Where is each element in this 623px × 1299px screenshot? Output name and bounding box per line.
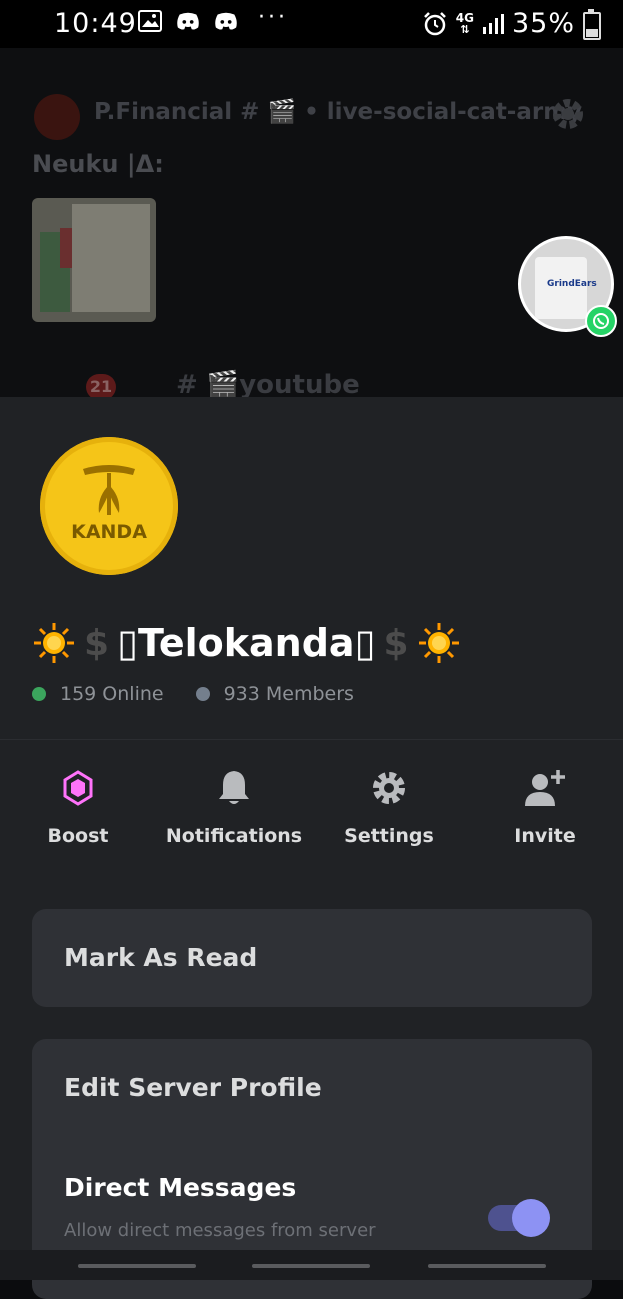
sun-emoji-icon: [34, 623, 74, 663]
channel-header: P.Financial # 🎬 • live-social-cat-army: [94, 99, 583, 125]
discord-icon: [176, 10, 200, 32]
dollar-emoji: $: [383, 622, 409, 664]
battery-icon: [583, 9, 601, 40]
paper-note-shape: [72, 204, 150, 312]
battery-fill: [586, 28, 598, 37]
notification-icons: ···: [138, 5, 288, 32]
server-icon[interactable]: KANDA: [40, 437, 178, 575]
boost-button[interactable]: Boost: [0, 763, 156, 847]
boost-icon: [0, 763, 156, 813]
system-icons: 4G ⇅ 35%: [422, 8, 575, 39]
nav-handle[interactable]: [78, 1264, 196, 1268]
network-label: 4G: [455, 10, 474, 25]
server-name-row: $ ▯Telokanda▯ $: [32, 617, 461, 669]
discord-icon: [214, 10, 238, 32]
kanda-logo-icon: [83, 465, 135, 515]
message-author: Neuku |Δ:: [32, 150, 164, 178]
status-bar: 10:49 ··· 4G ⇅ 35%: [0, 0, 623, 48]
message-image: [32, 198, 156, 322]
gear-icon: [553, 99, 583, 129]
online-dot: [32, 687, 46, 701]
members-dot: [195, 687, 210, 701]
edit-server-profile-button[interactable]: Edit Server Profile: [64, 1073, 322, 1102]
toggle-knob: [512, 1199, 550, 1237]
mug-label: GrindEars: [547, 279, 597, 289]
network-4g-icon: 4G ⇅: [455, 10, 474, 36]
divider: [0, 739, 623, 740]
channel-name: # 🎬youtube: [176, 370, 360, 400]
server-icon-label: KANDA: [71, 521, 147, 543]
server-avatar-small: [34, 94, 80, 140]
member-counts: 159 Online 933 Members: [32, 683, 354, 705]
gesture-nav-bar: [0, 1250, 623, 1280]
online-count: 159 Online: [60, 683, 164, 705]
settings-button[interactable]: Settings: [311, 763, 467, 847]
direct-messages-label: Direct Messages: [64, 1173, 297, 1202]
alarm-icon: [423, 11, 446, 35]
battery-percent: 35%: [511, 8, 575, 39]
invite-label: Invite: [514, 825, 576, 847]
notifications-button[interactable]: Notifications: [156, 763, 312, 847]
mark-as-read-button[interactable]: Mark As Read: [32, 909, 592, 1007]
whatsapp-icon: [585, 305, 617, 337]
more-dots-icon: ···: [258, 4, 288, 30]
dollar-emoji: $: [84, 622, 110, 664]
settings-label: Settings: [344, 825, 434, 847]
boost-label: Boost: [47, 825, 109, 847]
sun-emoji-icon: [418, 623, 459, 663]
nav-handle[interactable]: [252, 1264, 370, 1268]
status-time: 10:49: [54, 8, 137, 39]
signal-icon: [482, 13, 504, 34]
gift-ribbon-shape: [60, 228, 72, 268]
action-row: Boost Notifications Settings Invite: [0, 763, 623, 863]
nav-handle[interactable]: [428, 1264, 546, 1268]
invite-button[interactable]: Invite: [467, 763, 623, 847]
notifications-label: Notifications: [165, 825, 303, 847]
server-name: ▯Telokanda▯: [117, 621, 376, 665]
chat-background: P.Financial # 🎬 • live-social-cat-army N…: [0, 48, 623, 400]
members-count: 933 Members: [223, 683, 354, 705]
add-user-icon: [467, 763, 623, 813]
server-menu-sheet: KANDA $ ▯Telokanda▯ $ 159 Online 933 Mem…: [0, 397, 623, 1299]
gallery-icon: [138, 10, 162, 32]
gear-icon: [311, 763, 467, 813]
mark-as-read-label: Mark As Read: [64, 943, 258, 972]
bell-icon: [156, 763, 312, 813]
direct-messages-toggle[interactable]: [488, 1199, 552, 1237]
